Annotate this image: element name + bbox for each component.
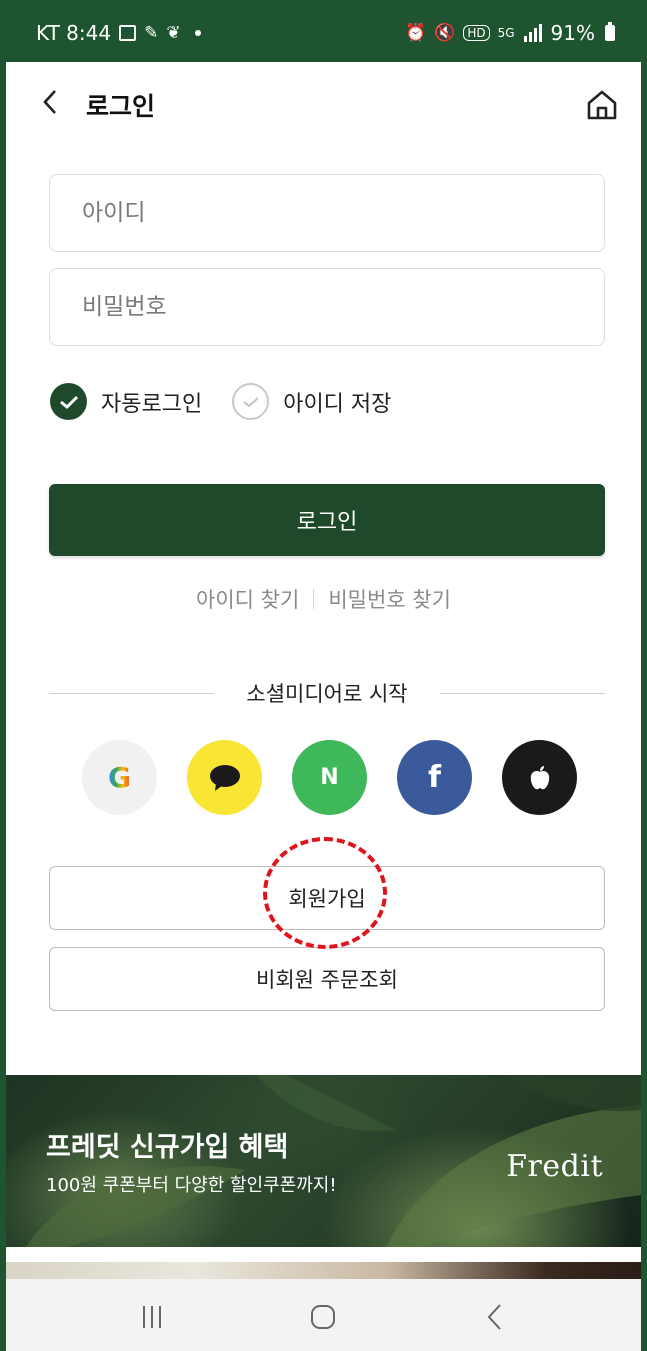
checked-icon xyxy=(50,383,87,420)
login-options: 자동로그인 아이디 저장 xyxy=(50,383,421,420)
banner-title: 프레딧 신규가입 혜택 xyxy=(46,1132,289,1163)
notification-dot-icon xyxy=(194,30,201,36)
signup-button[interactable]: 회원가입 xyxy=(49,866,605,930)
chevron-left-icon xyxy=(43,90,56,114)
google-login-button[interactable]: G xyxy=(82,740,157,815)
brand-logo: Fredit xyxy=(506,1149,603,1184)
unchecked-icon xyxy=(232,383,270,420)
find-links: 아이디 찾기 비밀번호 찾기 xyxy=(6,584,641,614)
gallery-icon xyxy=(119,25,137,41)
home-icon xyxy=(587,90,617,120)
home-button[interactable] xyxy=(585,88,619,122)
status-right: ⏰ 🔇 HD 5G 91% xyxy=(405,21,615,45)
recent-apps-icon xyxy=(142,1306,161,1328)
id-input[interactable] xyxy=(82,200,572,226)
phone-frame: KT 8:44 ✎ ❦ ⏰ 🔇 HD 5G 91% 로그인 아이디 자동로그인 … xyxy=(0,0,647,1351)
kakao-login-button[interactable] xyxy=(187,740,262,815)
social-login-row: G N f xyxy=(82,740,577,815)
google-icon: G xyxy=(108,761,131,794)
home-nav-button[interactable] xyxy=(293,1292,353,1342)
signal-icon xyxy=(523,24,542,42)
battery-icon xyxy=(605,22,615,41)
back-button[interactable] xyxy=(42,89,72,121)
network-type: 5G xyxy=(497,26,515,40)
auto-login-checkbox[interactable]: 자동로그인 xyxy=(50,383,202,420)
auto-login-label: 자동로그인 xyxy=(101,391,203,417)
apple-login-button[interactable] xyxy=(502,740,577,815)
kakao-talk-icon xyxy=(209,764,240,791)
id-field[interactable] xyxy=(49,174,605,252)
social-divider: 소셜미디어로 시작 xyxy=(49,678,605,708)
password-field[interactable] xyxy=(49,268,605,346)
battery-percent: 91% xyxy=(550,21,595,45)
password-input[interactable] xyxy=(82,294,572,320)
find-id-link[interactable]: 아이디 찾기 xyxy=(196,584,299,614)
mute-icon: 🔇 xyxy=(434,22,456,43)
naver-icon: N xyxy=(320,765,339,790)
app-header: 로그인 xyxy=(6,62,641,148)
system-nav-bar xyxy=(6,1279,641,1351)
login-button[interactable]: 로그인 xyxy=(49,484,605,556)
apple-icon xyxy=(530,765,549,789)
status-left: KT 8:44 ✎ ❦ xyxy=(36,21,201,45)
facebook-login-button[interactable]: f xyxy=(397,740,472,815)
back-chevron-icon xyxy=(487,1304,501,1330)
social-heading: 소셜미디어로 시작 xyxy=(246,682,408,706)
banner-subtitle: 100원 쿠폰부터 다양한 할인쿠폰까지! xyxy=(46,1175,337,1196)
signup-benefit-banner[interactable]: 프레딧 신규가입 혜택 100원 쿠폰부터 다양한 할인쿠폰까지! Fredit xyxy=(6,1075,641,1247)
hd-icon: HD xyxy=(463,25,490,41)
divider-line-left xyxy=(49,692,215,694)
find-password-link[interactable]: 비밀번호 찾기 xyxy=(328,584,451,614)
recent-apps-button[interactable] xyxy=(122,1292,182,1342)
status-bar: KT 8:44 ✎ ❦ ⏰ 🔇 HD 5G 91% xyxy=(6,4,641,62)
divider-line-right xyxy=(439,692,605,694)
facebook-icon: f xyxy=(427,760,442,795)
naver-login-button[interactable]: N xyxy=(292,740,367,815)
alarm-icon: ⏰ xyxy=(405,22,427,43)
carrier-time: KT 8:44 xyxy=(36,21,112,45)
leaf-icon: ❦ xyxy=(166,22,181,43)
page-title: 로그인 xyxy=(86,92,156,121)
guest-order-button[interactable]: 비회원 주문조회 xyxy=(49,947,605,1011)
save-id-checkbox[interactable]: 아이디 저장 xyxy=(232,383,391,420)
signature-icon: ✎ xyxy=(144,22,159,43)
home-square-icon xyxy=(311,1305,336,1329)
back-nav-button[interactable] xyxy=(465,1292,525,1342)
link-divider xyxy=(313,589,315,609)
save-id-label: 아이디 저장 xyxy=(283,391,392,417)
